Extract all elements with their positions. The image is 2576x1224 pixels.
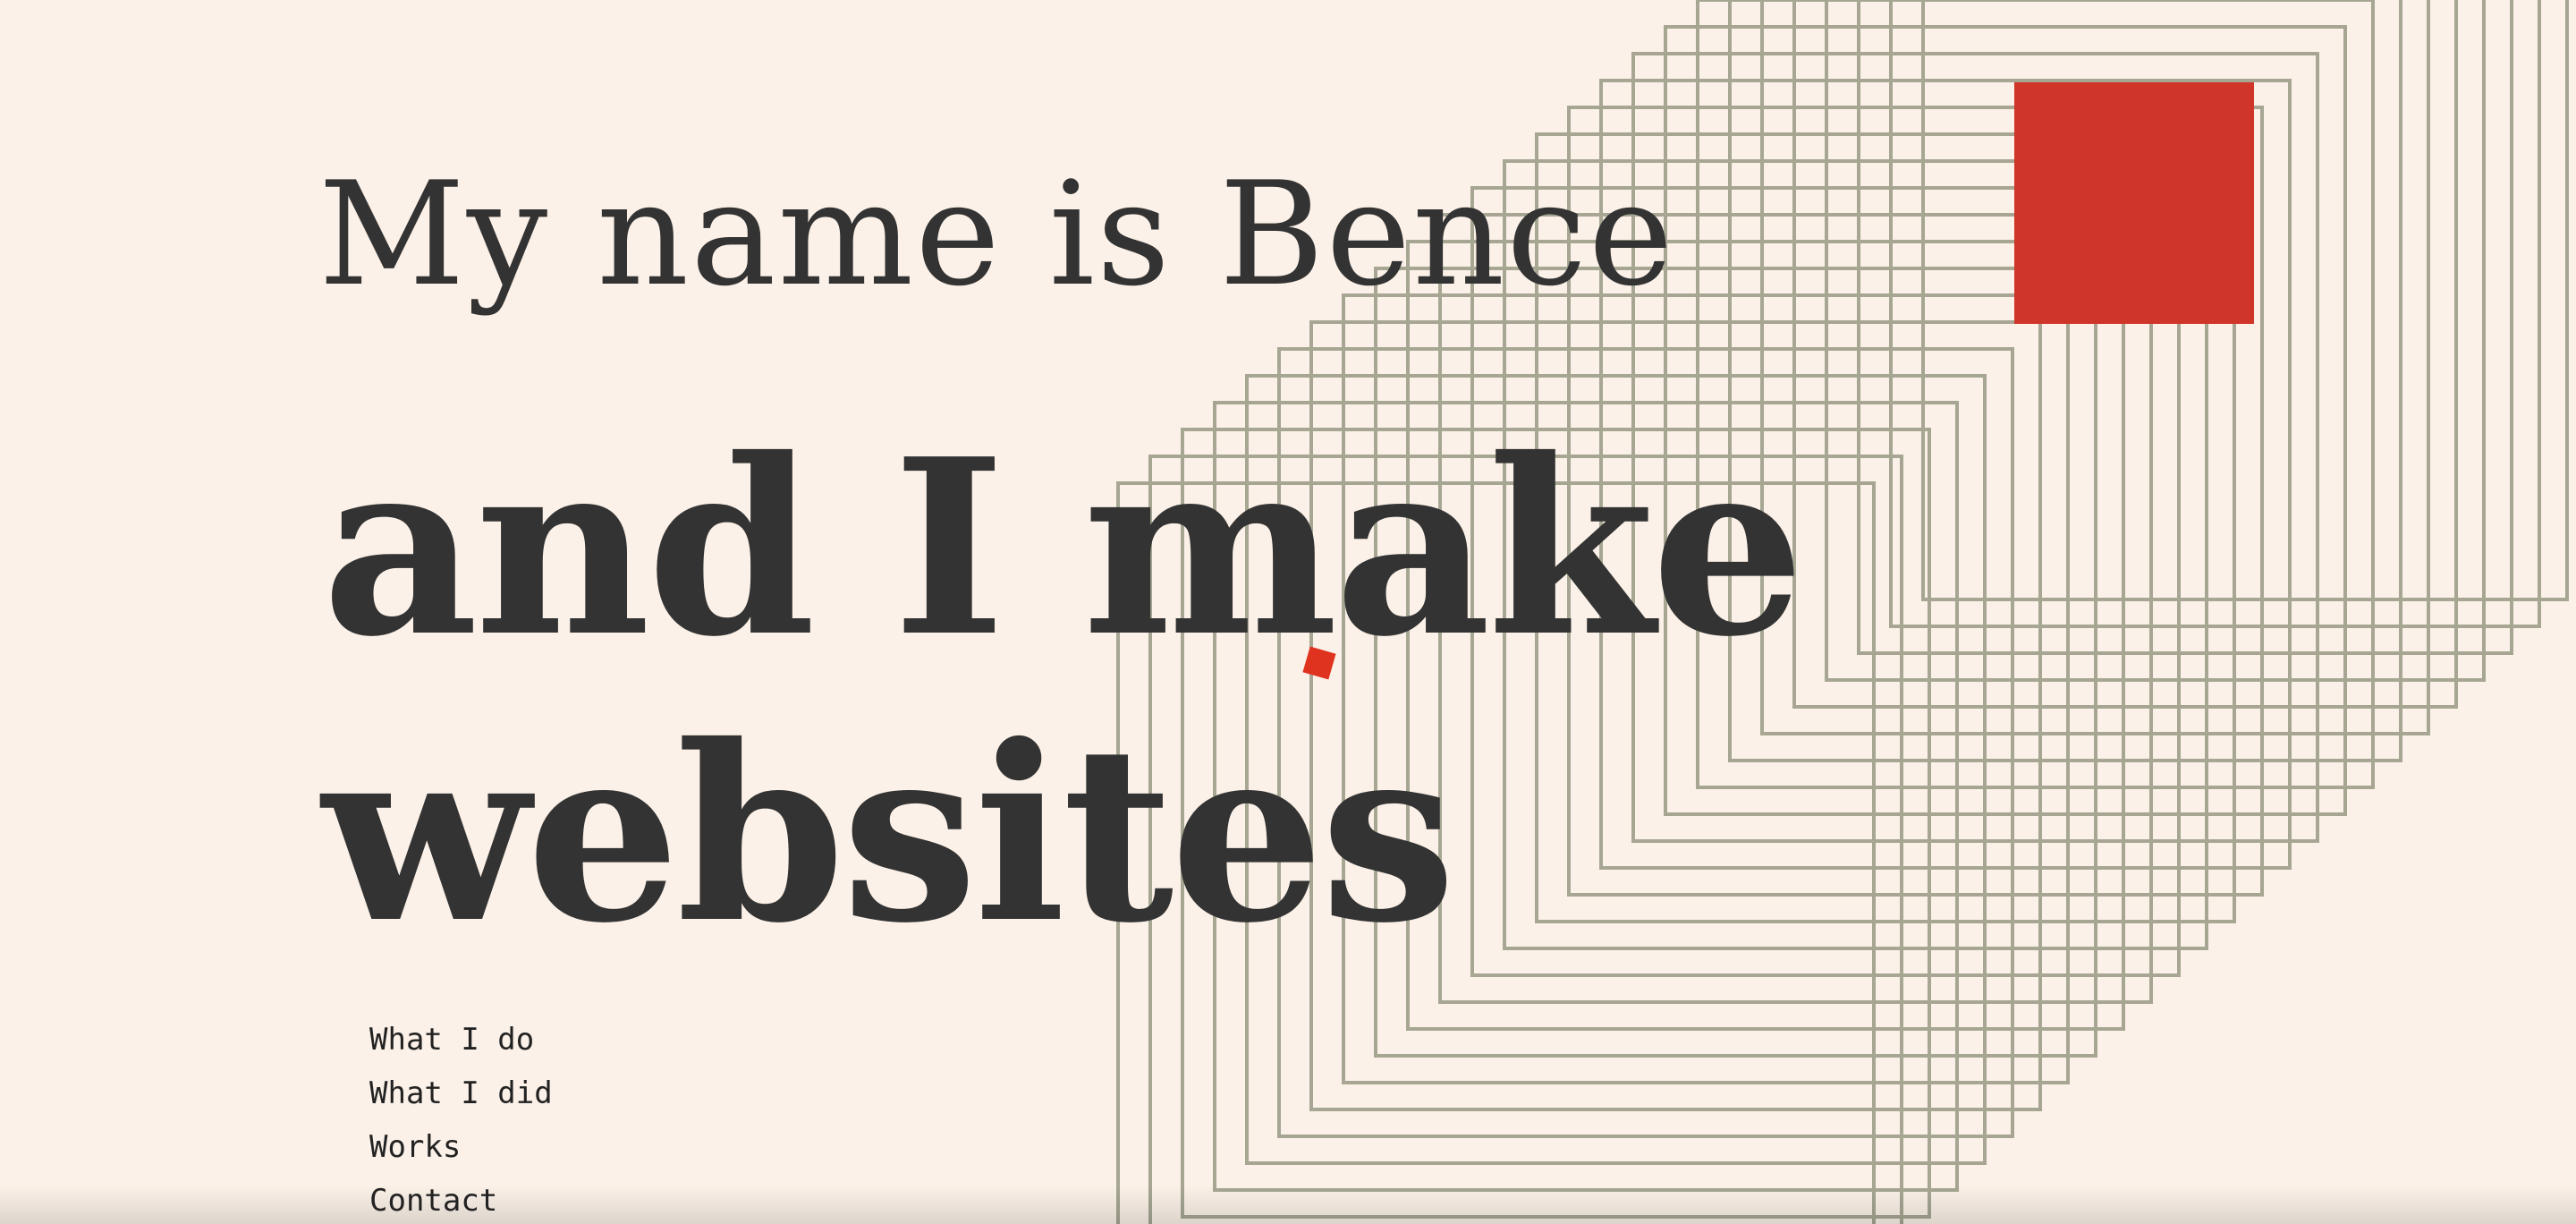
nav-item-contact: Contact — [369, 1174, 553, 1224]
nav-link-works[interactable]: Works — [369, 1129, 461, 1165]
nav-link-what-i-do[interactable]: What I do — [369, 1022, 534, 1058]
intro-text: My name is Bence — [318, 150, 1675, 318]
nav-link-what-i-did[interactable]: What I did — [369, 1075, 553, 1111]
red-square — [2014, 82, 2254, 324]
main-nav: What I do What I did Works Contact — [369, 1013, 553, 1224]
nav-item-what-i-do: What I do — [369, 1013, 553, 1067]
headline: and I make websites — [322, 404, 1805, 977]
hero-page: My name is Bence and I make websites Wha… — [0, 0, 2576, 1224]
headline-line-2: websites — [322, 692, 1456, 976]
nav-item-works: Works — [369, 1120, 553, 1174]
nav-item-what-i-did: What I did — [369, 1067, 553, 1120]
nav-link-contact[interactable]: Contact — [369, 1183, 497, 1219]
headline-line-1: and I make — [322, 405, 1805, 690]
